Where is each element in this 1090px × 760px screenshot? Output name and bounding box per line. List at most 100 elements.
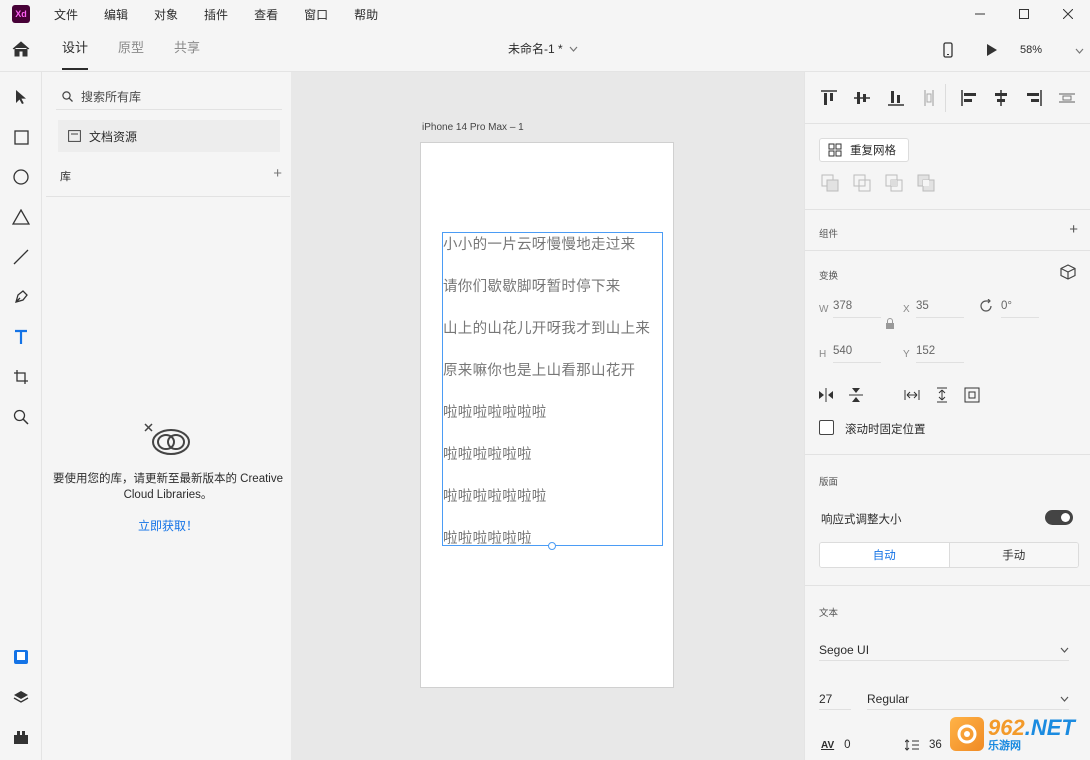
layers-icon (13, 691, 29, 703)
minimize-button[interactable] (958, 0, 1002, 28)
align-right-icon (1027, 90, 1042, 106)
preview-play-button[interactable] (982, 40, 1002, 60)
text-t-icon (15, 329, 27, 344)
flip-horizontal-button[interactable] (817, 386, 835, 404)
select-tool[interactable] (10, 86, 32, 108)
rotation-input[interactable]: 0° (1001, 300, 1039, 318)
fit-both-button[interactable] (963, 386, 981, 404)
boolean-intersect-icon[interactable] (885, 174, 903, 192)
font-family-select[interactable]: Segoe UI (819, 639, 1069, 661)
library-search-input[interactable] (81, 89, 261, 104)
minimize-icon (975, 13, 985, 15)
repeat-grid-button[interactable]: 重复网格 (819, 138, 909, 162)
document-assets-label: 文档资源 (89, 129, 138, 144)
height-input[interactable]: 540 (833, 345, 881, 363)
menu-help[interactable]: 帮助 (354, 6, 378, 23)
align-left-icon (961, 90, 976, 106)
design-canvas[interactable]: iPhone 14 Pro Max – 1 小小的一片云呀慢慢地走过来 请你们歇… (291, 72, 804, 760)
menu-file[interactable]: 文件 (54, 6, 78, 23)
fit-width-button[interactable] (903, 386, 921, 404)
close-button[interactable] (1046, 0, 1090, 28)
tab-share[interactable]: 共享 (174, 28, 200, 72)
tab-design[interactable]: 设计 (62, 28, 89, 72)
align-bottom-icon (888, 91, 904, 106)
text-line: 请你们歇歇脚呀暂时停下来 (443, 279, 621, 295)
boolean-exclude-icon[interactable] (917, 174, 935, 192)
font-weight-select[interactable]: Regular (867, 688, 1069, 710)
align-bottom-button[interactable] (886, 88, 906, 108)
distribute-horizontal-button[interactable] (1057, 88, 1077, 108)
fit-height-button[interactable] (933, 386, 951, 404)
distribute-vertical-button[interactable] (919, 88, 939, 108)
tab-prototype[interactable]: 原型 (118, 28, 144, 72)
zoom-tool[interactable] (10, 406, 32, 428)
y-input[interactable]: 152 (916, 345, 964, 363)
responsive-resize-label: 响应式调整大小 (821, 514, 902, 526)
align-right-button[interactable] (1024, 88, 1044, 108)
ellipse-icon (13, 169, 29, 185)
align-top-button[interactable] (819, 88, 839, 108)
boolean-subtract-icon[interactable] (853, 174, 871, 192)
cube-icon (1060, 264, 1076, 280)
pen-icon (15, 290, 28, 303)
pen-tool[interactable] (10, 286, 32, 308)
artboard-label[interactable]: iPhone 14 Pro Max – 1 (422, 122, 524, 133)
watermark-text: 962.NET 乐游网 (988, 716, 1075, 752)
plugins-panel-button[interactable] (10, 726, 32, 748)
device-preview-button[interactable] (938, 40, 958, 60)
3d-transform-button[interactable] (1059, 263, 1077, 281)
top-toolbar: 设计 原型 共享 未命名-1 * 58% (0, 28, 1090, 72)
polygon-tool[interactable] (10, 206, 32, 228)
resize-handle[interactable] (548, 542, 556, 550)
zoom-select[interactable]: 58% (1020, 44, 1090, 56)
selected-text-box[interactable]: 小小的一片云呀慢慢地走过来 请你们歇歇脚呀暂时停下来 山上的山花儿开呀我才到山上… (442, 232, 663, 550)
align-top-icon (821, 90, 837, 105)
menu-window[interactable]: 窗口 (304, 6, 328, 23)
x-label: X (903, 304, 910, 315)
line-tool[interactable] (10, 246, 32, 268)
menu-edit[interactable]: 编辑 (104, 6, 128, 23)
resize-auto-option[interactable]: 自动 (820, 543, 950, 567)
lock-aspect-button[interactable] (881, 315, 899, 333)
align-middle-button[interactable] (852, 88, 872, 108)
align-center-button[interactable] (991, 88, 1011, 108)
home-button[interactable] (10, 38, 32, 60)
responsive-resize-toggle[interactable] (1045, 510, 1073, 525)
menu-plugins[interactable]: 插件 (204, 6, 228, 23)
maximize-button[interactable] (1002, 0, 1046, 28)
line-spacing-value[interactable]: 36 (929, 739, 942, 751)
document-title[interactable]: 未命名-1 * (508, 40, 578, 57)
creative-cloud-disconnected-icon (144, 423, 190, 455)
text-line: 山上的山花儿开呀我才到山上来 (443, 321, 651, 337)
rectangle-tool[interactable] (10, 126, 32, 148)
mobile-device-icon (943, 42, 953, 58)
artboard-tool[interactable] (10, 366, 32, 388)
artboard[interactable]: 小小的一片云呀慢慢地走过来 请你们歇歇脚呀暂时停下来 山上的山花儿开呀我才到山上… (420, 142, 674, 688)
align-left-button[interactable] (959, 88, 979, 108)
char-spacing-value[interactable]: 0 (844, 739, 850, 751)
text-tool[interactable] (10, 326, 32, 348)
ellipse-tool[interactable] (10, 166, 32, 188)
document-assets-item[interactable]: 文档资源 (58, 120, 280, 152)
fix-position-checkbox[interactable] (819, 420, 834, 435)
char-spacing-icon: AV (821, 739, 835, 751)
library-section-label: 库 (60, 171, 71, 183)
flip-vertical-button[interactable] (847, 386, 865, 404)
add-component-button[interactable]: + (1069, 221, 1078, 238)
width-input[interactable]: 378 (833, 300, 881, 318)
chevron-down-icon (1060, 647, 1069, 653)
get-now-link[interactable]: 立即获取！ (138, 517, 198, 534)
resize-manual-option[interactable]: 手动 (949, 543, 1078, 567)
boolean-add-icon[interactable] (821, 174, 839, 192)
fit-height-icon (937, 387, 947, 403)
toolbar-right: 58% (938, 28, 1090, 72)
text-line: 原来嘛你也是上山看那山花开 (443, 363, 636, 379)
libraries-panel-button[interactable] (10, 646, 32, 668)
add-library-button[interactable]: + (273, 165, 282, 184)
select-arrow-icon (16, 90, 26, 104)
x-input[interactable]: 35 (916, 300, 964, 318)
layers-panel-button[interactable] (10, 686, 32, 708)
menu-object[interactable]: 对象 (154, 6, 178, 23)
menu-view[interactable]: 查看 (254, 6, 278, 23)
font-size-input[interactable]: 27 (819, 688, 851, 710)
